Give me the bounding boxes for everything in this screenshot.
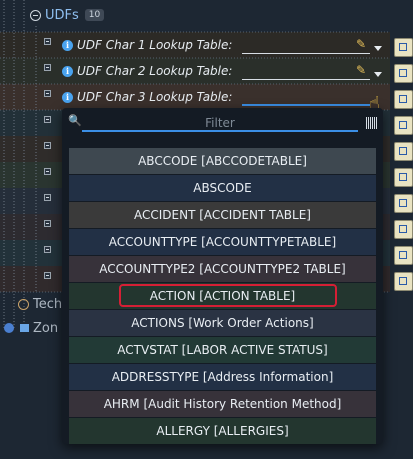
zone-label: Zon: [33, 320, 59, 336]
expand-icon[interactable]: [44, 220, 51, 227]
edit-lookup-button[interactable]: [394, 220, 413, 239]
edit-lookup-button[interactable]: [394, 90, 413, 109]
tech-label: Tech: [33, 296, 63, 312]
expand-icon[interactable]: [44, 168, 51, 175]
edit-lookup-button[interactable]: [394, 194, 413, 213]
list-item[interactable]: ACTIONS [Work Order Actions]: [69, 310, 376, 336]
udf-char-1-label: UDF Char 1 Lookup Table:: [77, 38, 233, 52]
lookup-dropdown: 🔍 Filter ABCCODE [ABCCODETABLE] ABSCODE …: [62, 108, 383, 444]
node-icon: [18, 298, 29, 310]
list-item-selected[interactable]: ACTION [ACTION TABLE]: [69, 283, 376, 309]
expand-icon[interactable]: [44, 142, 51, 149]
list-item-label: ACTION [ACTION TABLE]: [149, 289, 296, 303]
list-item[interactable]: ACTVSTAT [LABOR ACTIVE STATUS]: [69, 337, 376, 363]
edit-lookup-button[interactable]: [394, 116, 413, 135]
list-item[interactable]: ACCIDENT [ACCIDENT TABLE]: [69, 202, 376, 228]
expand-icon[interactable]: [44, 246, 51, 253]
udfs-label: UDFs: [45, 7, 79, 23]
search-icon: 🔍: [68, 114, 82, 127]
edit-lookup-button[interactable]: [394, 272, 413, 291]
edit-lookup-button[interactable]: [394, 64, 413, 83]
expand-circle-icon[interactable]: [4, 323, 14, 333]
pencil-icon[interactable]: ✎: [356, 37, 366, 51]
edit-lookup-button[interactable]: [394, 142, 413, 161]
udf-char-2-row: i UDF Char 2 Lookup Table:: [62, 60, 232, 82]
expand-icon[interactable]: [44, 38, 51, 45]
expand-icon[interactable]: [44, 194, 51, 201]
lookup-list: ABCCODE [ABCCODETABLE] ABSCODE ACCIDENT …: [69, 148, 376, 445]
list-item[interactable]: ABSCODE: [69, 175, 376, 201]
udf-char-3-row: i UDF Char 3 Lookup Table:: [62, 86, 232, 108]
udfs-node[interactable]: UDFs 10: [30, 4, 105, 26]
chevron-down-icon[interactable]: [374, 46, 382, 51]
list-item[interactable]: AHRM [Audit History Retention Method]: [69, 391, 376, 417]
expand-icon[interactable]: [44, 64, 51, 71]
filter-input[interactable]: Filter: [82, 116, 358, 130]
udf-char-1-input[interactable]: [242, 38, 370, 54]
list-item[interactable]: ACCOUNTTYPE [ACCOUNTTYPETABLE]: [69, 229, 376, 255]
list-item[interactable]: ADDRESSTYPE [Address Information]: [69, 364, 376, 390]
expand-icon[interactable]: [44, 116, 51, 123]
pencil-icon[interactable]: ✎: [356, 63, 366, 77]
expand-icon[interactable]: [44, 90, 51, 97]
filter-underline: [82, 130, 358, 132]
udfs-count-badge: 10: [84, 9, 105, 21]
list-item[interactable]: ALLERGY [ALLERGIES]: [69, 418, 376, 444]
zone-node[interactable]: Zon: [4, 318, 58, 338]
tech-node[interactable]: Tech: [18, 294, 62, 314]
info-icon[interactable]: i: [62, 39, 73, 51]
info-icon[interactable]: i: [62, 65, 73, 77]
folder-icon: [20, 324, 29, 332]
udf-char-1-row: i UDF Char 1 Lookup Table:: [62, 34, 232, 56]
expand-icon[interactable]: [44, 272, 51, 279]
udf-char-2-input[interactable]: [242, 64, 370, 80]
udf-char-2-label: UDF Char 2 Lookup Table:: [77, 64, 233, 78]
collapse-icon[interactable]: [30, 9, 41, 21]
info-icon[interactable]: i: [62, 91, 73, 103]
edit-lookup-button[interactable]: [394, 168, 413, 187]
edit-lookup-button[interactable]: [394, 38, 413, 57]
chevron-down-icon[interactable]: [374, 72, 382, 77]
barcode-icon[interactable]: [366, 117, 377, 129]
udf-char-3-label: UDF Char 3 Lookup Table:: [77, 90, 233, 104]
udf-char-3-input[interactable]: [242, 89, 370, 106]
list-item[interactable]: ABCCODE [ABCCODETABLE]: [69, 148, 376, 174]
edit-lookup-button[interactable]: [394, 246, 413, 265]
list-item[interactable]: ACCOUNTTYPE2 [ACCOUNTTYPE2 TABLE]: [69, 256, 376, 282]
